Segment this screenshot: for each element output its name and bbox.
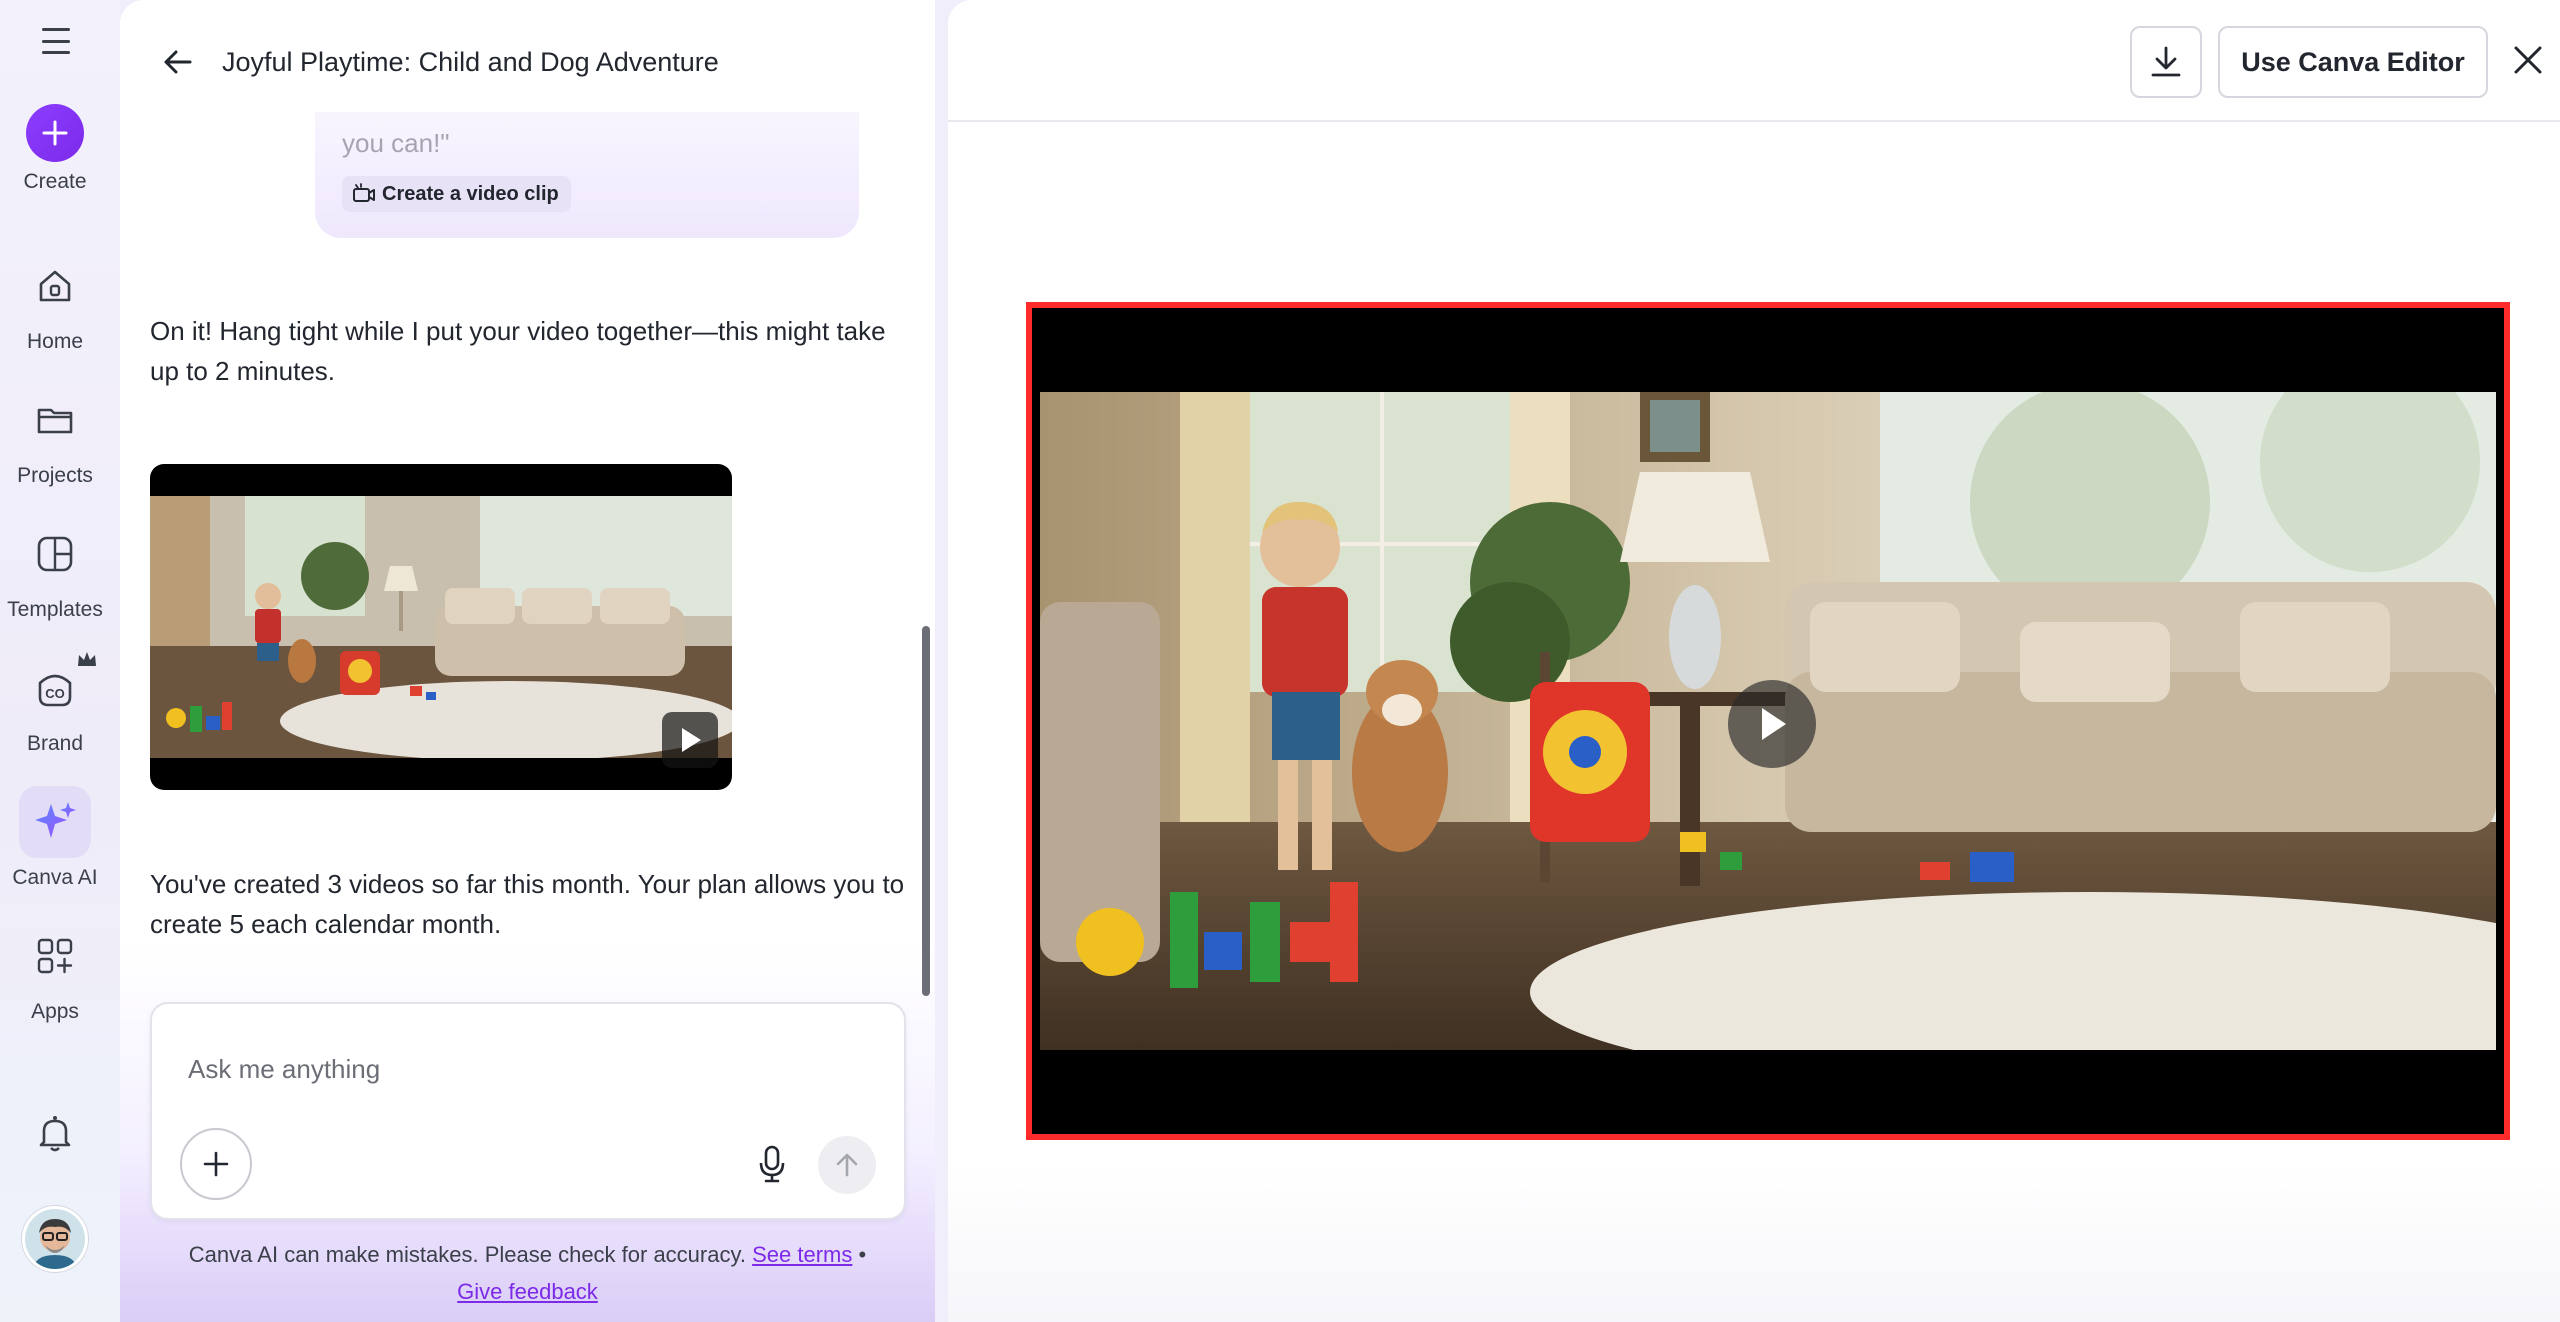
sparkle-icon <box>19 786 91 858</box>
create-video-clip-chip[interactable]: Create a video clip <box>342 176 571 212</box>
rail-item-label: Create <box>23 170 87 193</box>
home-icon <box>19 250 91 322</box>
rail-item-apps[interactable]: Apps <box>0 920 110 1024</box>
assistant-message: On it! Hang tight while I put your video… <box>150 316 886 386</box>
assistant-message: You've created 3 videos so far this mont… <box>150 869 905 939</box>
chat-scrollbar[interactable] <box>922 626 930 996</box>
close-icon[interactable] <box>2508 40 2548 80</box>
svg-text:CO: CO <box>45 686 65 701</box>
crown-icon <box>78 652 96 666</box>
hamburger-menu-icon[interactable] <box>36 24 76 58</box>
left-rail: Create Home Projects Templates CO Brand <box>0 0 120 1322</box>
back-arrow-icon[interactable] <box>158 42 198 82</box>
folder-icon <box>19 384 91 456</box>
play-icon[interactable] <box>662 712 718 768</box>
rail-item-projects[interactable]: Projects <box>0 384 110 488</box>
rail-item-canva-ai[interactable]: Canva AI <box>0 786 110 890</box>
chat-input-box <box>150 1002 906 1220</box>
preview-header: Use Canva Editor <box>948 0 2560 122</box>
chat-title: Joyful Playtime: Child and Dog Adventure <box>222 47 719 77</box>
download-icon <box>2151 46 2181 77</box>
user-avatar[interactable] <box>22 1206 88 1272</box>
rail-item-create[interactable]: Create <box>0 104 110 194</box>
plus-icon <box>26 104 84 162</box>
rail-item-label: Templates <box>7 598 103 621</box>
rail-item-home[interactable]: Home <box>0 250 110 354</box>
download-button[interactable] <box>2130 26 2202 98</box>
video-clip-icon <box>353 183 375 202</box>
disclaimer-text: Canva AI can make mistakes. Please check… <box>188 1242 746 1267</box>
rail-item-label: Home <box>26 330 84 353</box>
rail-item-label: Projects <box>17 464 93 487</box>
arrow-up-icon <box>836 1153 858 1177</box>
preview-background <box>948 1162 2560 1322</box>
ask-input[interactable] <box>188 1044 788 1094</box>
bell-icon[interactable] <box>32 1110 78 1156</box>
send-button[interactable] <box>818 1136 876 1194</box>
apps-icon <box>19 920 91 992</box>
bullet-separator: • <box>858 1242 867 1267</box>
video-player[interactable] <box>1026 302 2510 1140</box>
chat-panel: you can!" Create a video clip Joyful Pla… <box>120 0 935 1322</box>
microphone-button[interactable] <box>750 1142 794 1186</box>
rail-item-label: Canva AI <box>12 866 98 889</box>
use-canva-editor-button[interactable]: Use Canva Editor <box>2218 26 2488 98</box>
living-room-scene-thumbnail <box>150 496 732 758</box>
plus-icon <box>203 1151 229 1177</box>
user-message-text: you can!" <box>342 128 450 158</box>
give-feedback-link[interactable]: Give feedback <box>457 1279 598 1304</box>
video-thumbnail[interactable] <box>150 464 732 790</box>
microphone-icon <box>759 1145 785 1183</box>
chat-header: Joyful Playtime: Child and Dog Adventure <box>120 0 935 112</box>
rail-item-label: Apps <box>31 1000 79 1023</box>
clip-chip-label: Create a video clip <box>382 182 559 205</box>
preview-panel: Use Canva Editor <box>948 0 2560 1322</box>
rail-item-label: Brand <box>26 732 84 755</box>
play-icon[interactable] <box>1728 680 1816 768</box>
rail-item-templates[interactable]: Templates <box>0 518 110 622</box>
add-attachment-button[interactable] <box>180 1128 252 1200</box>
disclaimer: Canva AI can make mistakes. Please check… <box>120 1236 935 1310</box>
see-terms-link[interactable]: See terms <box>752 1242 852 1267</box>
templates-icon <box>19 518 91 590</box>
